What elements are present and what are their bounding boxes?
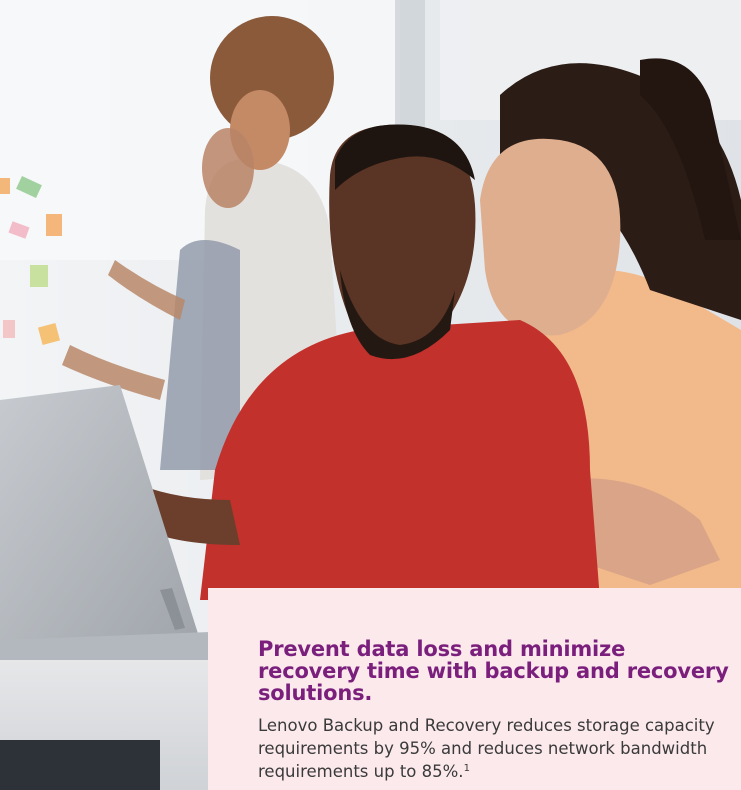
card-body: Lenovo Backup and Recovery reduces stora… [258,714,733,783]
card-title: Prevent data loss and minimize recovery … [258,637,729,705]
promo-card: Prevent data loss and minimize recovery … [208,588,741,790]
page: Prevent data loss and minimize recovery … [0,0,741,790]
card-body-text: Lenovo Backup and Recovery reduces stora… [258,716,715,781]
footnote-marker: 1 [463,763,470,774]
